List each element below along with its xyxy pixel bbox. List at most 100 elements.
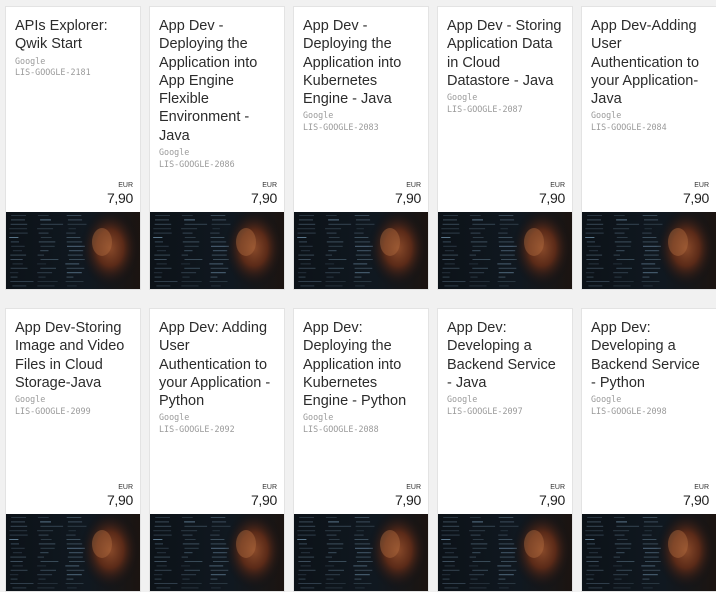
code-line: [328, 250, 337, 252]
code-line: [184, 525, 208, 527]
product-card-2[interactable]: App Dev - Deploying the Application into…: [149, 6, 285, 290]
product-card-5[interactable]: App Dev-Adding User Authentication to yo…: [581, 6, 716, 290]
product-card-4[interactable]: App Dev - Storing Application Data in Cl…: [437, 6, 573, 290]
code-line: [498, 241, 515, 243]
code-line: [587, 517, 602, 518]
code-line: [472, 237, 484, 238]
product-thumbnail[interactable]: [582, 212, 716, 289]
code-line: [443, 517, 458, 518]
product-vendor: Google: [15, 55, 46, 66]
code-line: [211, 223, 231, 225]
product-card-8[interactable]: App Dev: Deploying the Application into …: [293, 308, 429, 592]
code-line: [469, 215, 481, 216]
code-line: [212, 530, 220, 532]
code-line: [498, 543, 515, 545]
product-thumbnail[interactable]: [294, 212, 428, 289]
code-line: [37, 215, 49, 216]
code-line: [181, 215, 193, 216]
product-title[interactable]: App Dev-Storing Image and Video Files in…: [15, 319, 132, 392]
code-line: [328, 223, 352, 225]
product-title[interactable]: App Dev: Deploying the Application into …: [303, 319, 420, 410]
code-line: [642, 237, 657, 238]
code-line: [40, 552, 49, 554]
code-line: [153, 530, 172, 532]
product-thumbnail[interactable]: [438, 212, 572, 289]
code-line: [210, 232, 220, 234]
code-line: [469, 574, 485, 576]
product-vendor: Google: [15, 394, 46, 405]
code-line: [154, 254, 171, 256]
code-line: [616, 525, 640, 527]
product-card-10[interactable]: App Dev: Developing a Backend Service - …: [581, 308, 716, 592]
code-line: [613, 263, 623, 265]
product-thumbnail[interactable]: [582, 514, 716, 591]
product-thumbnail[interactable]: [294, 514, 428, 591]
product-title[interactable]: App Dev: Adding User Authentication to y…: [159, 319, 276, 410]
code-line: [354, 543, 371, 545]
code-line: [210, 215, 226, 216]
code-line: [644, 219, 659, 221]
code-line: [297, 530, 316, 532]
code-line: [184, 219, 195, 221]
product-thumbnail[interactable]: [6, 514, 140, 591]
product-card-6[interactable]: App Dev-Storing Image and Video Files in…: [5, 308, 141, 592]
code-line: [498, 237, 513, 238]
code-line: [154, 276, 162, 278]
product-title[interactable]: App Dev: Developing a Backend Service - …: [447, 319, 564, 392]
code-line: [210, 569, 229, 571]
code-line: [156, 285, 171, 287]
code-line: [355, 587, 365, 589]
code-line: [181, 587, 199, 589]
code-line: [154, 569, 172, 571]
product-card-9[interactable]: App Dev: Developing a Backend Service - …: [437, 308, 573, 592]
code-line: [642, 267, 661, 269]
code-line: [297, 534, 316, 536]
product-title[interactable]: App Dev - Deploying the Application into…: [303, 17, 420, 108]
code-line: [616, 552, 625, 554]
code-line: [66, 267, 85, 269]
code-line: [154, 241, 163, 243]
code-line: [154, 525, 172, 527]
code-line: [498, 569, 517, 571]
product-title[interactable]: App Dev: Developing a Backend Service - …: [591, 319, 708, 392]
code-line: [325, 228, 342, 230]
code-line: [326, 276, 334, 278]
product-card-7[interactable]: App Dev: Adding User Authentication to y…: [149, 308, 285, 592]
code-line: [11, 521, 25, 523]
price-currency: EUR: [550, 182, 565, 189]
product-card-3[interactable]: App Dev - Deploying the Application into…: [293, 6, 429, 290]
product-title[interactable]: App Dev-Adding User Authentication to yo…: [591, 17, 708, 108]
code-line: [642, 232, 652, 234]
code-line: [444, 565, 455, 567]
code-line: [184, 250, 193, 252]
code-line: [68, 219, 83, 221]
product-card-1[interactable]: APIs Explorer: Qwik Start Google LIS-GOO…: [5, 6, 141, 290]
code-line: [472, 539, 484, 540]
code-line: [154, 259, 167, 260]
code-line: [353, 281, 372, 282]
code-line: [442, 281, 466, 282]
code-line: [210, 241, 227, 243]
code-line: [442, 267, 460, 269]
code-line: [444, 250, 454, 252]
code-line: [37, 574, 53, 576]
product-thumbnail[interactable]: [438, 514, 572, 591]
code-line: [182, 232, 193, 234]
product-thumbnail[interactable]: [150, 212, 284, 289]
product-thumbnail[interactable]: [150, 514, 284, 591]
product-thumbnail[interactable]: [6, 212, 140, 289]
code-line: [37, 254, 44, 256]
product-card-body: App Dev: Deploying the Application into …: [294, 309, 428, 515]
product-title[interactable]: App Dev - Deploying the Application into…: [159, 17, 276, 145]
code-line: [181, 254, 188, 256]
code-line: [68, 521, 83, 523]
code-line: [498, 272, 514, 274]
product-title[interactable]: APIs Explorer: Qwik Start: [15, 17, 132, 54]
code-line: [37, 281, 58, 282]
code-line: [66, 241, 83, 243]
code-line: [12, 263, 23, 265]
code-line: [587, 521, 601, 523]
code-line: [470, 578, 478, 580]
product-title[interactable]: App Dev - Storing Application Data in Cl…: [447, 17, 564, 90]
code-line: [298, 543, 307, 545]
